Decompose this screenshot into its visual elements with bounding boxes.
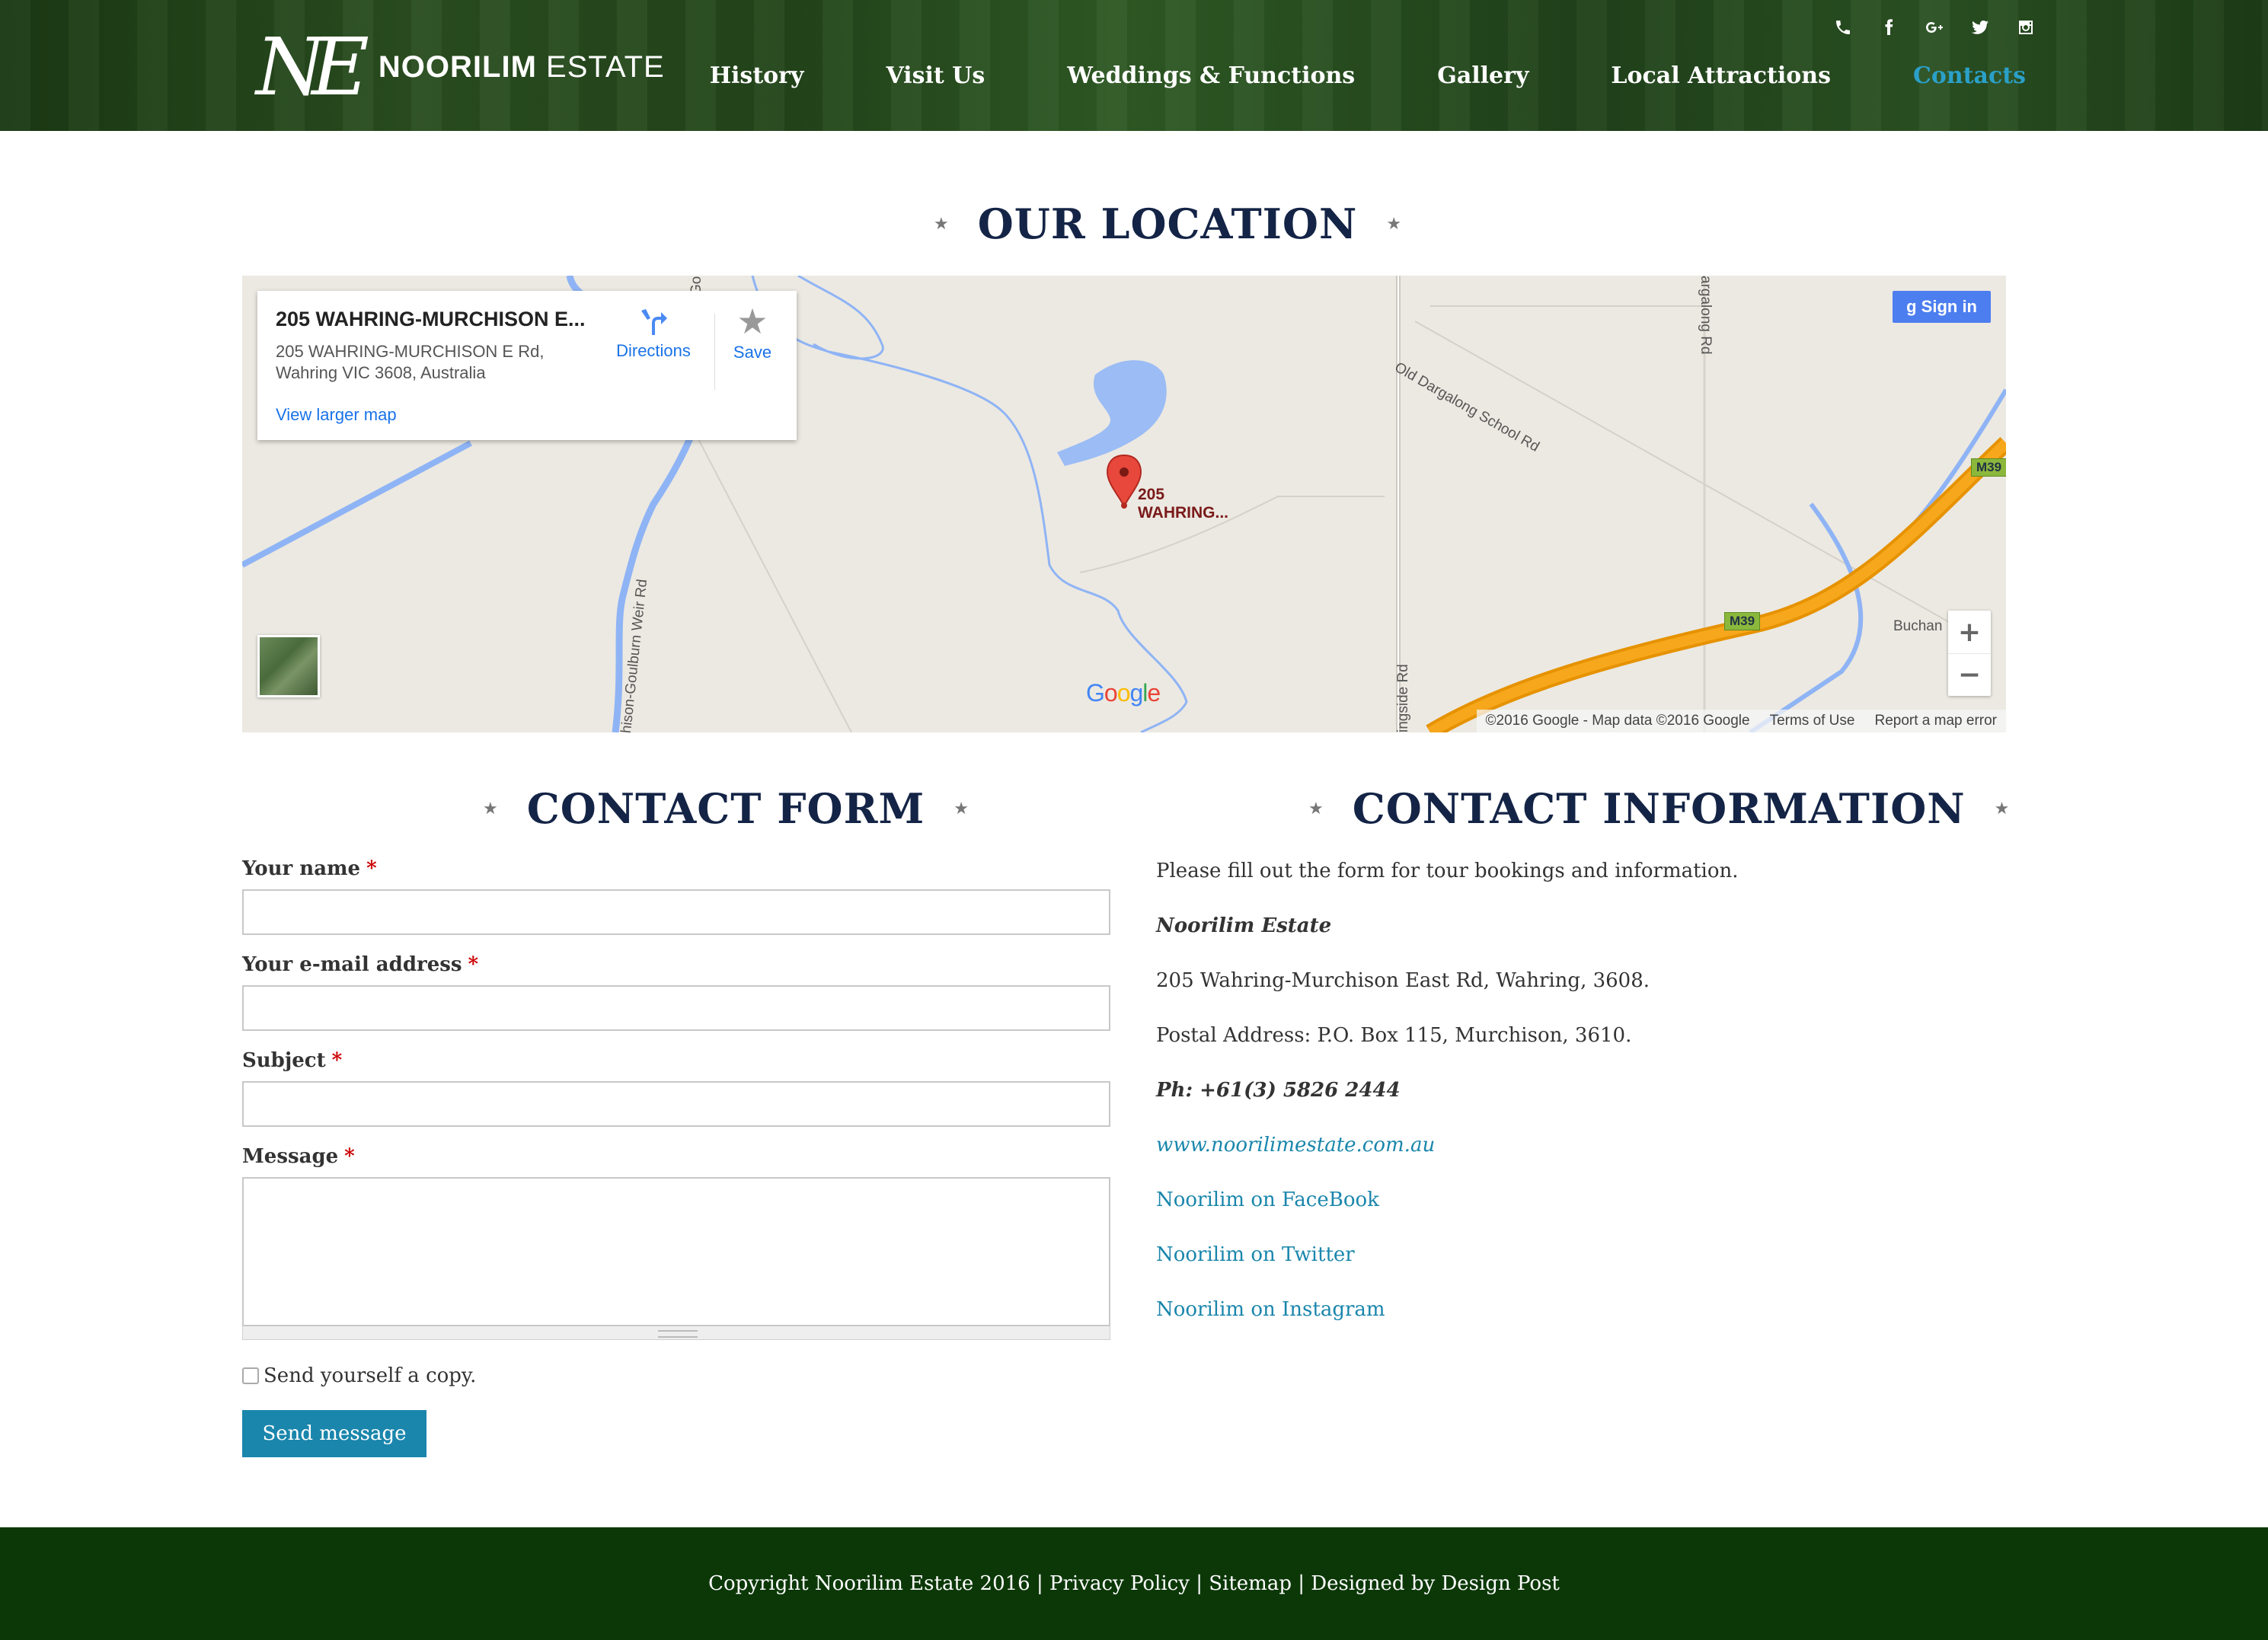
place-address-line: Wahring VIC 3608, Australia xyxy=(276,363,486,382)
message-label: Message * xyxy=(242,1145,1110,1173)
subject-label-text: Subject xyxy=(242,1049,326,1072)
email-input[interactable] xyxy=(242,985,1110,1031)
contact-form-title: CONTACT FORM xyxy=(526,784,925,833)
map-attribution: ©2016 Google - Map data ©2016 Google Ter… xyxy=(1476,710,2006,732)
textarea-resize-handle[interactable] xyxy=(242,1326,1110,1340)
nav-visit-us[interactable]: Visit Us xyxy=(886,62,985,89)
directions-icon xyxy=(641,309,667,335)
instagram-link[interactable]: Noorilim on Instagram xyxy=(1156,1296,2006,1351)
phone-icon[interactable] xyxy=(1834,17,1852,38)
name-label: Your name * xyxy=(242,857,1110,885)
nav-local-attractions[interactable]: Local Attractions xyxy=(1611,62,1831,89)
highway-shield: M39 xyxy=(1724,612,1761,630)
map-info-card: 205 WAHRING-MURCHISON E... 205 WAHRING-M… xyxy=(257,291,797,440)
contact-info: Please fill out the form for tour bookin… xyxy=(1156,857,2006,1351)
road-label: Buchan xyxy=(1893,618,1943,634)
report-error-link[interactable]: Report a map error xyxy=(1874,713,1997,729)
footer-text[interactable]: Copyright Noorilim Estate 2016 | Privacy… xyxy=(708,1572,1560,1595)
save-button[interactable]: ★ Save xyxy=(722,303,783,362)
google-plus-icon[interactable] xyxy=(1925,17,1944,38)
required-mark: * xyxy=(366,857,377,880)
contact-form-heading: ★ CONTACT FORM ★ xyxy=(483,784,969,833)
logo-monogram: NE xyxy=(256,21,369,113)
terms-link[interactable]: Terms of Use xyxy=(1770,713,1855,729)
nav-history[interactable]: History xyxy=(710,62,804,89)
road-label: argalong Rd xyxy=(1698,276,1714,355)
place-address-line: 205 WAHRING-MURCHISON E Rd, xyxy=(276,342,545,361)
site-header: NE NOORILIM ESTATE History Visit Us Wedd… xyxy=(0,0,2268,131)
subject-input[interactable] xyxy=(242,1081,1110,1127)
subject-label: Subject * xyxy=(242,1049,1110,1077)
send-message-button[interactable]: Send message xyxy=(242,1410,426,1457)
star-icon: ★ xyxy=(934,214,949,234)
card-divider xyxy=(714,314,715,390)
contact-form: Your name * Your e-mail address * Subject *… xyxy=(242,857,1110,1457)
info-company: Noorilim Estate xyxy=(1156,914,1332,937)
location-map[interactable]: Old Dargalong School Rd argalong Rd hiso… xyxy=(242,276,2006,732)
twitter-link[interactable]: Noorilim on Twitter xyxy=(1156,1241,2006,1296)
star-icon: ★ xyxy=(1308,799,1324,818)
location-heading: ★ OUR LOCATION ★ xyxy=(934,199,1401,248)
facebook-link[interactable]: Noorilim on FaceBook xyxy=(1156,1186,2006,1241)
logo-text: NOORILIM ESTATE xyxy=(379,50,665,85)
directions-button[interactable]: Directions xyxy=(608,306,699,361)
instagram-icon[interactable] xyxy=(2017,17,2035,38)
info-address: 205 Wahring-Murchison East Rd, Wahring, … xyxy=(1156,969,1650,992)
send-copy-checkbox[interactable] xyxy=(242,1367,259,1384)
map-pin-label: 205 WAHRING... xyxy=(1138,486,1228,522)
logo-name-regular: ESTATE xyxy=(546,49,665,84)
facebook-icon[interactable] xyxy=(1880,17,1898,38)
sign-in-label: Sign in xyxy=(1921,297,1977,316)
email-label: Your e-mail address * xyxy=(242,953,1110,981)
pin-label-line: WAHRING... xyxy=(1138,504,1228,522)
zoom-controls: + − xyxy=(1948,611,1991,696)
email-label-text: Your e-mail address xyxy=(242,953,462,976)
place-address: 205 WAHRING-MURCHISON E Rd, Wahring VIC … xyxy=(276,341,580,384)
star-icon: ★ xyxy=(736,301,768,342)
info-postal: Postal Address: P.O. Box 115, Murchison,… xyxy=(1156,1024,1632,1047)
zoom-out-button[interactable]: − xyxy=(1948,653,1991,696)
star-icon: ★ xyxy=(1994,799,2010,818)
contact-info-heading: ★ CONTACT INFORMATION ★ xyxy=(1308,784,2009,833)
name-label-text: Your name xyxy=(242,857,361,880)
attribution-text: ©2016 Google - Map data ©2016 Google xyxy=(1485,713,1750,729)
required-mark: * xyxy=(331,1049,343,1072)
logo-name-bold: NOORILIM xyxy=(378,49,537,84)
main-navigation: History Visit Us Weddings & Functions Ga… xyxy=(710,62,2026,89)
info-phone: Ph: +61(3) 5826 2444 xyxy=(1156,1079,1401,1102)
view-larger-map-link[interactable]: View larger map xyxy=(276,405,397,425)
social-links xyxy=(1834,17,2035,38)
send-copy-row: Send yourself a copy. xyxy=(242,1364,1110,1387)
star-icon: ★ xyxy=(954,799,969,818)
nav-contacts[interactable]: Contacts xyxy=(1913,62,2026,89)
sign-in-button[interactable]: g Sign in xyxy=(1893,291,1991,323)
star-icon: ★ xyxy=(483,799,498,818)
message-textarea[interactable] xyxy=(242,1177,1110,1326)
send-copy-label[interactable]: Send yourself a copy. xyxy=(264,1364,476,1387)
required-mark: * xyxy=(344,1145,355,1168)
satellite-toggle[interactable] xyxy=(257,635,320,697)
site-logo[interactable]: NE NOORILIM ESTATE xyxy=(256,21,665,113)
contact-info-title: CONTACT INFORMATION xyxy=(1352,784,1966,833)
zoom-in-button[interactable]: + xyxy=(1948,611,1991,653)
site-footer: Copyright Noorilim Estate 2016 | Privacy… xyxy=(0,1527,2268,1640)
place-title: 205 WAHRING-MURCHISON E... xyxy=(276,308,586,330)
road-label: ingside Rd xyxy=(1395,664,1411,732)
star-icon: ★ xyxy=(1386,214,1402,234)
nav-weddings-functions[interactable]: Weddings & Functions xyxy=(1067,62,1355,89)
info-intro: Please fill out the form for tour bookin… xyxy=(1156,860,1739,882)
twitter-icon[interactable] xyxy=(1971,17,1989,38)
message-label-text: Message xyxy=(242,1145,339,1168)
website-link[interactable]: www.noorilimestate.com.au xyxy=(1156,1131,2006,1186)
required-mark: * xyxy=(468,953,479,976)
directions-label: Directions xyxy=(616,341,691,360)
google-g-icon: g xyxy=(1906,297,1917,316)
pin-label-line: 205 xyxy=(1138,486,1165,503)
nav-gallery[interactable]: Gallery xyxy=(1437,62,1529,89)
google-logo: Google xyxy=(1086,679,1161,707)
location-title: OUR LOCATION xyxy=(977,199,1358,248)
name-input[interactable] xyxy=(242,889,1110,935)
highway-shield: M39 xyxy=(1971,458,2006,477)
save-label: Save xyxy=(733,343,772,362)
